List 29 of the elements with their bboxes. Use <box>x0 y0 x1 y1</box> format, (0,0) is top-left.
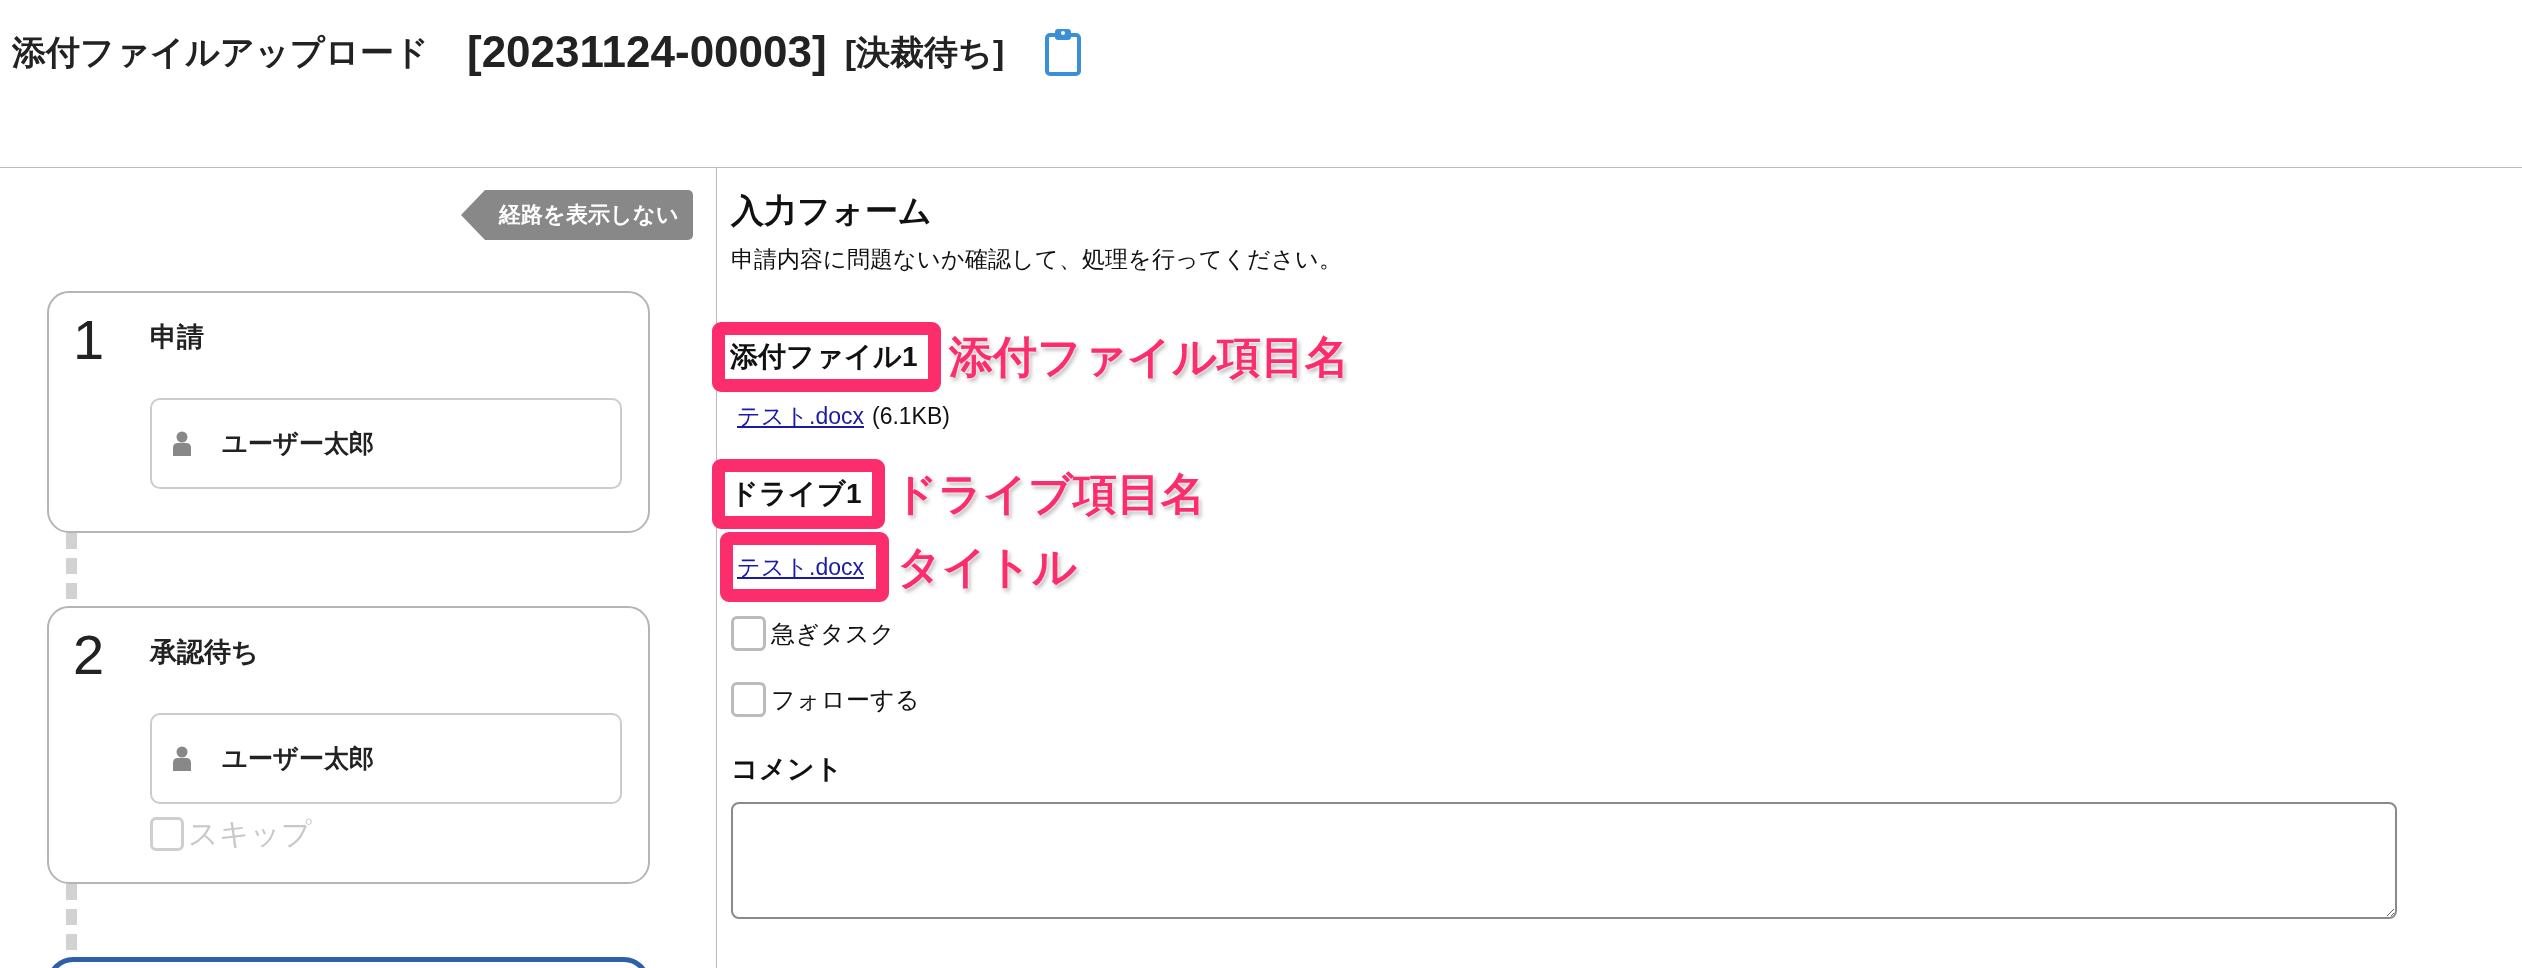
assignee-name: ユーザー太郎 <box>222 428 374 459</box>
step-number: 1 <box>73 312 105 368</box>
comment-label: コメント <box>731 753 843 786</box>
file-link[interactable]: テスト.docx <box>737 403 864 429</box>
file-size: (6.1KB) <box>872 403 950 429</box>
field-label: 添付ファイル1 <box>730 341 918 372</box>
checkbox-label: フォローする <box>771 685 920 715</box>
step-number: 2 <box>73 627 105 683</box>
step-title: 承認待ち <box>150 636 259 669</box>
person-icon <box>172 746 192 771</box>
request-id: [20231124-00003] <box>467 28 827 76</box>
form-description: 申請内容に問題ないか確認して、処理を行ってください。 <box>731 245 1342 274</box>
comment-field[interactable] <box>731 802 2397 919</box>
hide-route-button[interactable]: 経路を表示しない <box>461 190 693 240</box>
assignee-name: ユーザー太郎 <box>222 743 374 774</box>
checkbox-label: 急ぎタスク <box>771 619 895 649</box>
request-status: [決裁待ち] <box>844 32 1005 73</box>
step-title: 申請 <box>150 321 204 354</box>
checkbox[interactable] <box>731 616 766 651</box>
clipboard-icon[interactable] <box>1044 28 1083 76</box>
annotation-text: タイトル <box>897 541 1077 593</box>
page-title: 添付ファイルアップロード <box>12 32 429 73</box>
person-icon <box>172 431 192 456</box>
field-label: ドライブ1 <box>730 478 862 509</box>
form-title: 入力フォーム <box>731 191 932 231</box>
annotation-text: 添付ファイル項目名 <box>948 331 1349 383</box>
annotation-text: ドライブ項目名 <box>892 468 1205 520</box>
drive-link[interactable]: テスト.docx <box>737 554 864 580</box>
checkbox[interactable] <box>731 682 766 717</box>
